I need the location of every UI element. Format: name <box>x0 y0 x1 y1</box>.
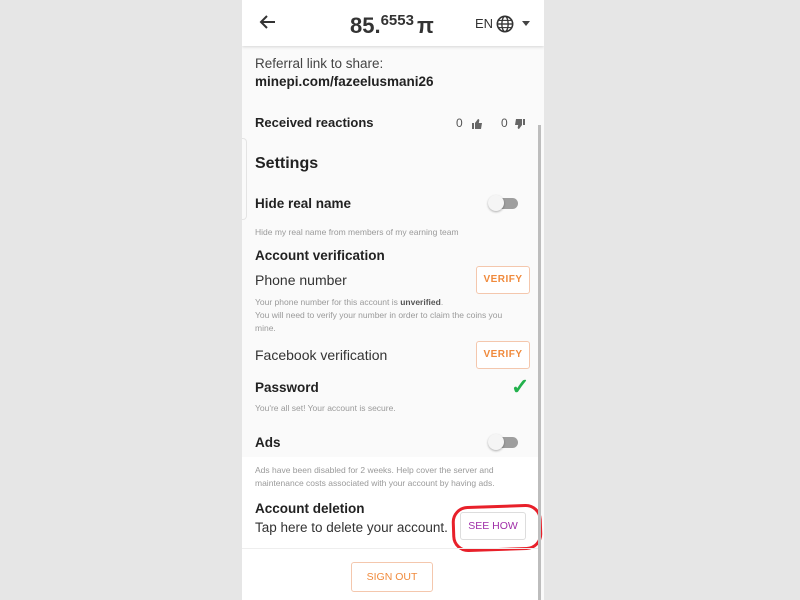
dislikes-count: 0 <box>501 116 508 130</box>
referral-label: Referral link to share: <box>255 56 384 71</box>
arrow-left-icon <box>259 15 275 29</box>
phone-screen: 85.6553 π EN Referral link to share: mine… <box>242 0 544 600</box>
ads-label: Ads <box>255 435 281 450</box>
language-label[interactable]: EN <box>475 16 493 31</box>
ads-desc-line1: Ads have been disabled for 2 weeks. Help… <box>255 465 494 475</box>
password-label: Password <box>255 380 319 395</box>
caret-down-icon[interactable] <box>522 21 530 26</box>
toggle-knob <box>488 195 504 211</box>
thumbs-down-icon <box>515 119 525 129</box>
balance-decimal: 6553 <box>380 12 414 29</box>
hide-real-name-toggle[interactable] <box>488 195 520 211</box>
likes-count: 0 <box>456 116 463 130</box>
hide-real-name-description: Hide my real name from members of my ear… <box>255 227 459 237</box>
balance-main: 85. <box>350 13 381 38</box>
phone-desc-suffix: . <box>440 297 444 307</box>
toggle-knob <box>488 434 504 450</box>
profile-content: Referral link to share: minepi.com/fazee… <box>242 50 543 600</box>
globe-icon[interactable] <box>496 15 514 33</box>
sign-out-button[interactable]: SIGN OUT <box>351 562 433 592</box>
referral-link[interactable]: minepi.com/fazeelusmani26 <box>255 74 434 89</box>
phone-status: unverified <box>400 297 441 307</box>
verify-facebook-button[interactable]: VERIFY <box>476 341 530 369</box>
ads-desc-line2: maintenance costs associated with your a… <box>255 478 495 488</box>
phone-description: Your phone number for this account is un… <box>255 296 502 335</box>
phone-desc-prefix: Your phone number for this account is <box>255 297 401 307</box>
received-reactions-label: Received reactions <box>255 115 374 130</box>
account-verification-heading: Account verification <box>255 248 385 263</box>
divider <box>242 548 538 549</box>
balance: 85.6553 π <box>350 12 434 39</box>
pi-symbol: π <box>416 13 434 38</box>
verify-phone-button[interactable]: VERIFY <box>476 266 530 294</box>
back-button[interactable] <box>258 12 282 34</box>
scrollbar[interactable] <box>538 125 541 600</box>
password-description: You're all set! Your account is secure. <box>255 403 396 413</box>
account-deletion-heading: Account deletion <box>255 501 365 516</box>
settings-heading: Settings <box>255 155 319 172</box>
facebook-verification-label: Facebook verification <box>255 347 388 363</box>
phone-desc-line3: mine. <box>255 323 276 333</box>
top-bar: 85.6553 π EN <box>242 0 544 46</box>
ads-toggle[interactable] <box>488 434 520 450</box>
checkmark-icon: ✓ <box>511 374 530 399</box>
phone-number-label: Phone number <box>255 272 347 288</box>
ads-description: Ads have been disabled for 2 weeks. Help… <box>255 464 495 490</box>
thumbs-up-icon <box>472 119 482 129</box>
account-deletion-description[interactable]: Tap here to delete your account. <box>255 520 448 535</box>
red-annotation-circle <box>451 503 543 553</box>
hide-real-name-label: Hide real name <box>255 196 352 211</box>
phone-desc-line2: You will need to verify your number in o… <box>255 310 503 320</box>
